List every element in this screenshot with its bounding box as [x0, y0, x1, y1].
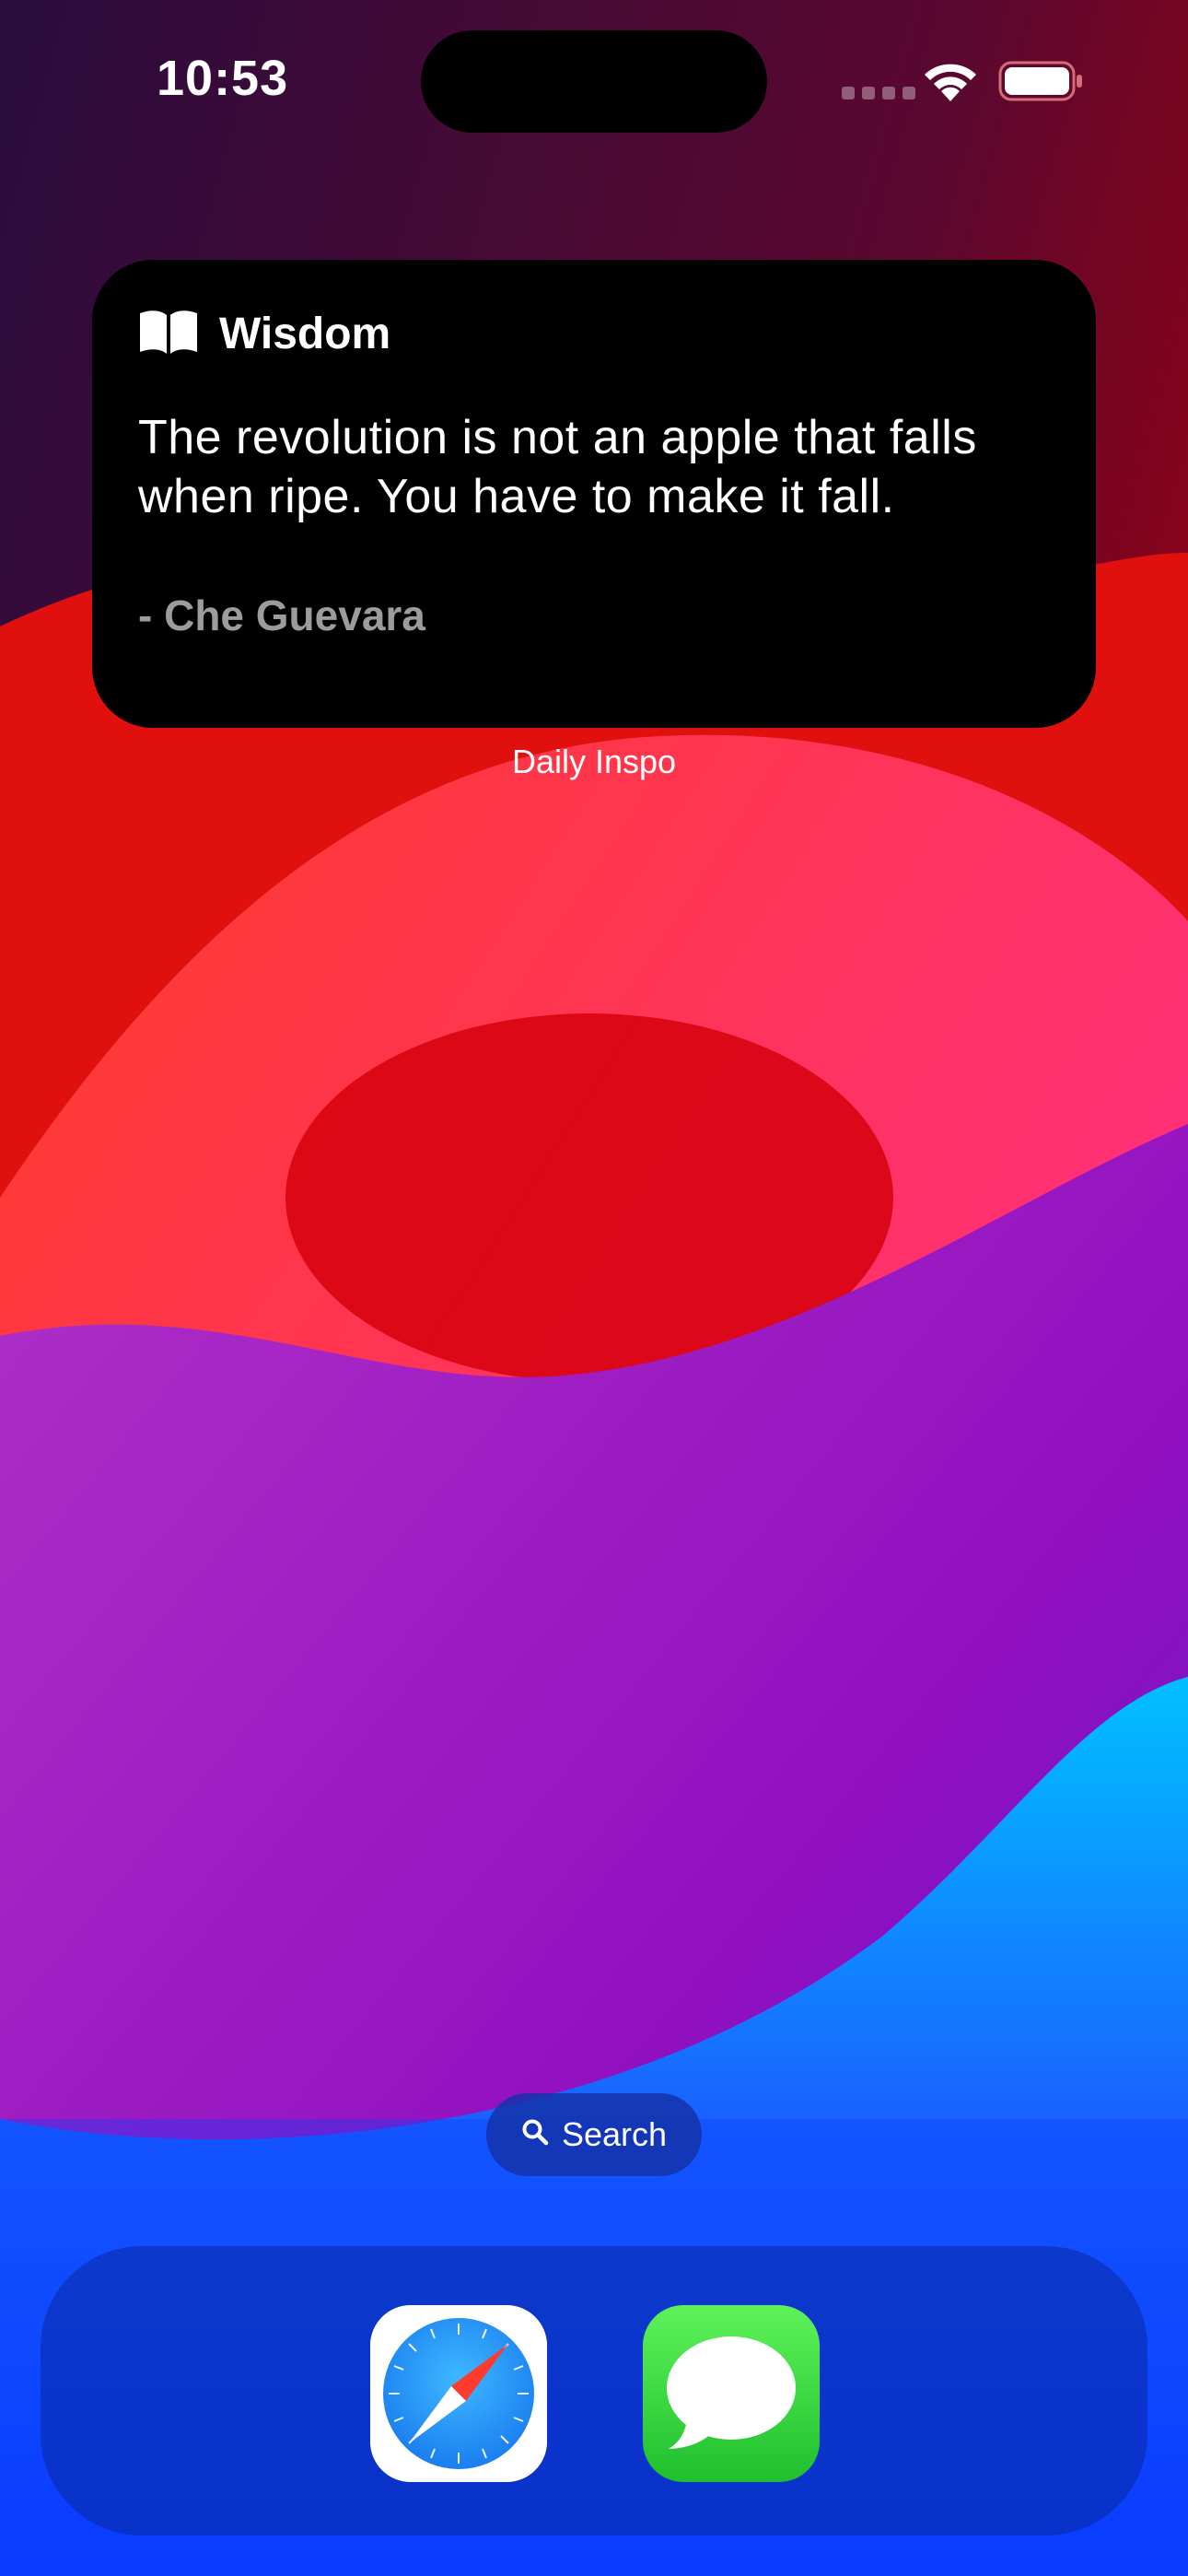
widget-header: Wisdom	[138, 308, 1048, 360]
spotlight-search-button[interactable]: Search	[486, 2093, 702, 2176]
status-time: 10:53	[157, 51, 289, 106]
messages-bubble-icon	[667, 2336, 796, 2449]
book-icon	[138, 308, 199, 360]
dynamic-island	[421, 30, 767, 133]
quote-author: - Che Guevara	[138, 591, 425, 639]
widget-title: Wisdom	[219, 310, 391, 358]
widget-app-label: Daily Inspo	[511, 743, 677, 780]
messages-app-icon[interactable]	[643, 2305, 820, 2482]
dock	[41, 2246, 1147, 2535]
search-icon	[521, 2115, 549, 2154]
search-label: Search	[561, 2115, 668, 2153]
safari-app-icon[interactable]	[370, 2305, 547, 2482]
safari-compass-icon	[370, 2305, 547, 2482]
cellular-signal-icon	[842, 87, 915, 100]
battery-icon	[998, 61, 1085, 106]
quote-text: The revolution is not an apple that fall…	[138, 411, 977, 523]
wisdom-widget[interactable]: Wisdom The revolution is not an apple th…	[92, 260, 1096, 728]
wifi-icon	[921, 59, 980, 108]
